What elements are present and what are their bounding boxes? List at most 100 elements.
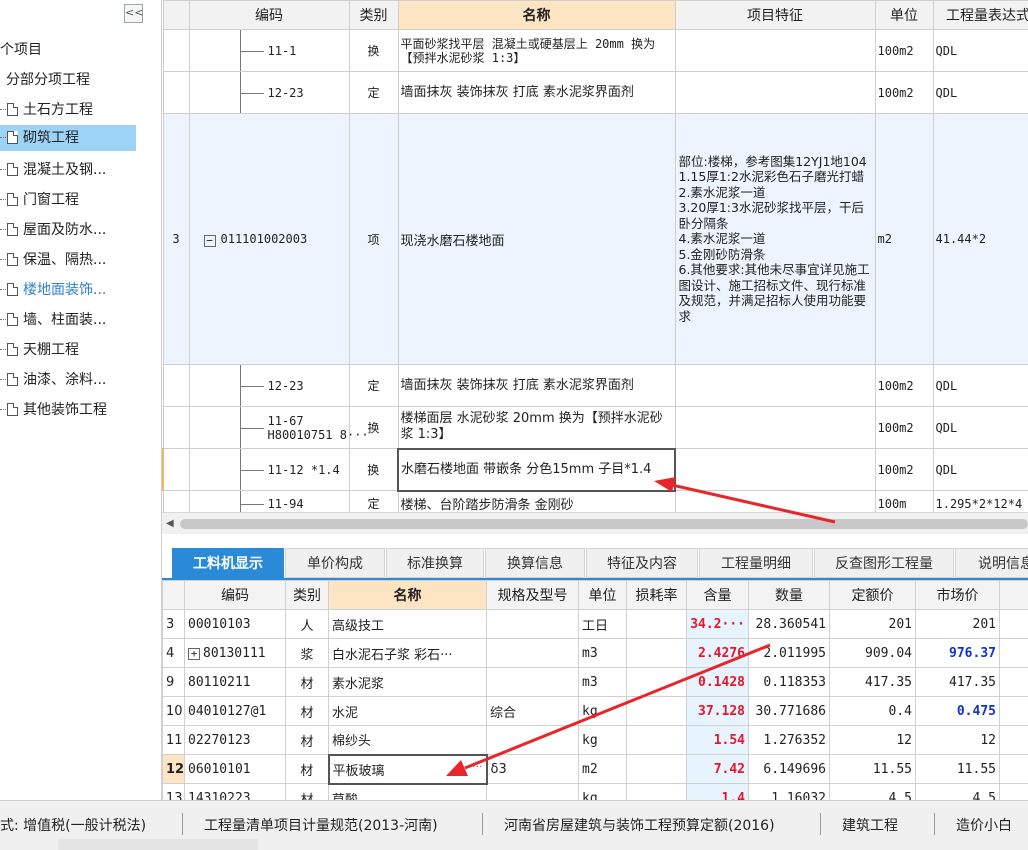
row-loss[interactable]	[626, 754, 687, 784]
row-content[interactable]: 7.42	[686, 754, 749, 784]
row-content[interactable]: 37.128	[686, 696, 749, 726]
row-code[interactable]: 80130111	[203, 646, 266, 661]
row-spec[interactable]: 综合	[486, 696, 579, 726]
row-spec[interactable]	[486, 667, 579, 697]
tab-quantity-detail[interactable]: 工程量明细	[699, 548, 813, 578]
table-row[interactable]: 11-1 换 平面砂浆找平层 混凝土或硬基层上 20mm 换为【预拌水泥砂浆 1…	[162, 29, 1028, 72]
table-row[interactable]: 3 00010103 人 高级技工 工日 34.2··· 28.360541 2…	[162, 609, 1028, 639]
row-market-price[interactable]: 976.37	[915, 638, 1000, 668]
row-market-price[interactable]: 0.475	[915, 696, 1000, 726]
row-name[interactable]: 高级技工	[328, 609, 487, 639]
row-content[interactable]: 2.4276	[686, 638, 749, 668]
table-row-current[interactable]: 12 06010101 材 平板玻璃 ··· δ3 m2 7.42 6.14969…	[162, 753, 1028, 785]
header-spec[interactable]: 规格及型号	[486, 580, 579, 610]
row-expression[interactable]: QDL	[932, 406, 1028, 449]
header-feature[interactable]: 项目特征	[674, 0, 876, 30]
tree-item-paint[interactable]: 油漆、涂料...	[0, 367, 106, 393]
tree-item-floor-finish[interactable]: 楼地面装饰...	[0, 277, 106, 303]
table-row[interactable]: 11-94 定 楼梯、台阶踏步防滑条 金刚砂 100m 1.295*2*12*4	[162, 490, 1028, 512]
tree-item-ceiling[interactable]: 天棚工程	[0, 337, 79, 363]
table-row[interactable]: 4 +80130111 浆 白水泥石子浆 彩石··· m3 2.4276 2.0…	[162, 638, 1028, 668]
header-category[interactable]: 类别	[348, 0, 399, 30]
row-loss[interactable]	[626, 609, 687, 639]
status-quota[interactable]: 河南省房屋建筑与装饰工程预算定额(2016)	[504, 815, 775, 835]
row-code[interactable]: 04010127@1	[184, 696, 286, 726]
scrollbar-thumb[interactable]	[180, 519, 1028, 529]
header-name[interactable]: 名称	[397, 0, 676, 30]
tree-item-masonry[interactable]: 砌筑工程	[0, 125, 136, 151]
tab-materials[interactable]: 工料机显示	[172, 548, 284, 578]
header-loss[interactable]: 损耗率	[626, 580, 687, 610]
row-content[interactable]: 34.2···	[686, 609, 749, 639]
row-name[interactable]: 素水泥浆	[328, 667, 487, 697]
row-market-price[interactable]: 201	[915, 609, 1000, 639]
row-spec[interactable]: δ3	[486, 754, 579, 784]
header-expression[interactable]: 工程量表达式	[932, 0, 1028, 30]
row-name[interactable]: 水泥	[328, 696, 487, 726]
tree-root[interactable]: 个项目	[0, 37, 42, 63]
row-expression[interactable]: QDL	[932, 29, 1028, 72]
tree-item-concrete[interactable]: 混凝土及钢...	[0, 157, 106, 183]
row-spec[interactable]	[486, 609, 579, 639]
row-content[interactable]: 0.1428	[686, 667, 749, 697]
horizontal-scrollbar[interactable]: ◀	[162, 512, 1028, 534]
header-name[interactable]: 名称	[328, 580, 487, 610]
row-loss[interactable]	[626, 667, 687, 697]
table-row[interactable]: 10 04010127@1 材 水泥 综合 kg 37.128 30.77168…	[162, 696, 1028, 726]
header-quantity[interactable]: 数量	[748, 580, 830, 610]
row-name[interactable]: 棉纱头	[328, 725, 487, 755]
tree-item-insulation[interactable]: 保温、隔热...	[0, 247, 106, 273]
row-market-price[interactable]: 4.5	[915, 783, 1000, 800]
row-loss[interactable]	[626, 638, 687, 668]
row-name[interactable]: 现浇水磨石楼地面	[397, 113, 676, 365]
table-row-bill-item[interactable]: 3 −011101002003 项 现浇水磨石楼地面 部位:楼梯，参考图集12Y…	[162, 113, 1028, 365]
row-code[interactable]: 06010101	[184, 754, 286, 784]
header-unit[interactable]: 单位	[578, 580, 627, 610]
tree-item-earthwork[interactable]: 土石方工程	[0, 97, 93, 123]
table-row[interactable]: 12-23 定 墙面抹灰 装饰抹灰 打底 素水泥浆界面剂 100m2 QDL	[162, 71, 1028, 114]
tree-item-doors-windows[interactable]: 门窗工程	[0, 187, 79, 213]
tab-conversion-info[interactable]: 换算信息	[485, 548, 585, 578]
row-spec[interactable]	[486, 783, 579, 800]
row-expression[interactable]: 41.44*2	[932, 113, 1028, 365]
tab-description[interactable]: 说明信息	[955, 548, 1028, 578]
scroll-left-icon[interactable]: ◀	[166, 518, 174, 529]
status-helper[interactable]: 造价小白	[956, 815, 1012, 835]
collapse-row-icon[interactable]: −	[203, 234, 216, 247]
table-row[interactable]: 11-67 H80010751 8··· 换 楼梯面层 水泥砂浆 20mm 换为…	[162, 406, 1028, 449]
collapse-panel-button[interactable]: <<	[124, 4, 143, 23]
row-name[interactable]: 草酸	[328, 783, 487, 800]
table-row[interactable]: 13 14310223 材 草酸 kg 1.4 1.16032 4.5 4.5	[162, 783, 1028, 800]
row-name-editing[interactable]: 水磨石楼地面 带嵌条 分色15mm 子目*1.4	[397, 447, 676, 492]
header-code[interactable]: 编码	[188, 0, 350, 30]
row-spec[interactable]	[486, 638, 579, 668]
row-code[interactable]: 80110211	[184, 667, 286, 697]
row-loss[interactable]	[626, 783, 687, 800]
row-name-editing[interactable]: 平板玻璃 ···	[327, 753, 488, 785]
row-expression[interactable]: QDL	[932, 364, 1028, 407]
row-name[interactable]: 墙面抹灰 装饰抹灰 打底 素水泥浆界面剂	[397, 71, 676, 114]
row-name[interactable]: 白水泥石子浆 彩石···	[328, 638, 487, 668]
tree-section[interactable]: 分部分项工程	[6, 67, 90, 93]
row-expression[interactable]: QDL	[932, 71, 1028, 114]
row-name[interactable]: 楼梯、台阶踏步防滑条 金刚砂	[397, 490, 676, 512]
table-row[interactable]: 9 80110211 材 素水泥浆 m3 0.1428 0.118353 417…	[162, 667, 1028, 697]
status-spec[interactable]: 工程量清单项目计量规范(2013-河南)	[204, 815, 438, 835]
row-code[interactable]: 02270123	[184, 725, 286, 755]
row-feature[interactable]: 部位:楼梯，参考图集12YJ1地104 1.15厚1:2水泥彩色石子磨光打蜡 2…	[674, 113, 876, 365]
tree-item-wall-finish[interactable]: 墙、柱面装...	[0, 307, 106, 333]
expand-row-icon[interactable]: +	[188, 647, 200, 660]
row-loss[interactable]	[626, 725, 687, 755]
header-content[interactable]: 含量	[686, 580, 749, 610]
row-market-price[interactable]: 11.55	[915, 754, 1000, 784]
row-expression[interactable]: QDL	[932, 448, 1028, 491]
header-category[interactable]: 类别	[285, 580, 329, 610]
row-market-price[interactable]: 12	[915, 725, 1000, 755]
header-unit[interactable]: 单位	[874, 0, 934, 30]
tab-features[interactable]: 特征及内容	[586, 548, 698, 578]
tab-standard-conversion[interactable]: 标准换算	[386, 548, 484, 578]
status-project-type[interactable]: 建筑工程	[842, 815, 898, 835]
row-code[interactable]: 14310223	[184, 783, 286, 800]
tree-item-other-decor[interactable]: 其他装饰工程	[0, 397, 107, 423]
row-content[interactable]: 1.54	[686, 725, 749, 755]
